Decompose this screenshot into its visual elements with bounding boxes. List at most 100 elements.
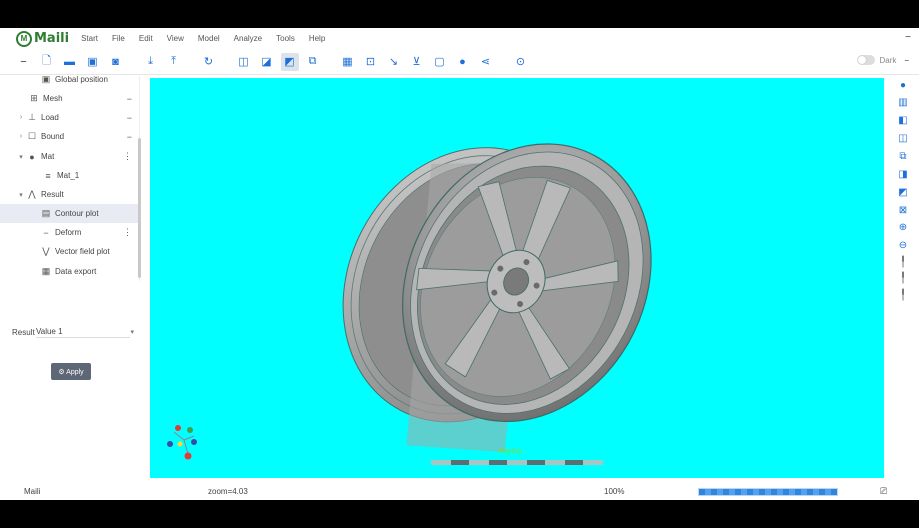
logo-mark-icon: M — [16, 30, 32, 47]
layers-icon[interactable]: ◧ — [896, 113, 910, 127]
chevron-down-icon[interactable]: ▾ — [16, 153, 26, 161]
deform-icon: − — [43, 227, 49, 238]
collapse-dash-icon[interactable]: − — [127, 113, 132, 123]
folder-open-icon[interactable]: ▬ — [61, 53, 79, 71]
more-icon[interactable]: ⋮ — [123, 151, 132, 162]
probe-icon[interactable]: ╿ — [896, 255, 910, 269]
chevron-down-icon[interactable]: ▾ — [16, 191, 26, 199]
probe-2-icon[interactable]: ╿ — [896, 271, 910, 285]
result-label: Result — [12, 327, 35, 337]
file-new-icon[interactable]: 🗋 — [38, 53, 56, 71]
status-zoom: zoom=4.03 — [208, 487, 248, 496]
save-icon[interactable]: ▣ — [84, 53, 102, 71]
cube-front-icon[interactable]: ◫ — [896, 131, 910, 145]
menu-start[interactable]: Start — [81, 34, 98, 43]
menu-view[interactable]: View — [167, 34, 184, 43]
refresh-icon[interactable]: ↻ — [200, 53, 218, 71]
collapse-icon[interactable]: − — [904, 56, 909, 65]
menu-edit[interactable]: Edit — [139, 34, 153, 43]
collapse-dash-icon[interactable]: − — [127, 132, 132, 142]
minimize-button[interactable]: − — [905, 32, 911, 43]
sphere-icon[interactable]: ● — [896, 78, 910, 92]
zoom-in-icon[interactable]: ⊕ — [896, 220, 910, 234]
tree-item-deform[interactable]: − Deform ⋮ — [0, 223, 138, 242]
screenshot-icon[interactable]: ◙ — [107, 53, 125, 71]
dark-switch[interactable] — [857, 55, 876, 65]
settings-icon[interactable]: ⊙ — [512, 53, 530, 71]
cube-iso-icon[interactable]: ◩ — [896, 185, 910, 199]
share-icon[interactable]: ⋖ — [477, 53, 495, 71]
status-percent: 100% — [604, 487, 625, 496]
menu-analyze[interactable]: Analyze — [234, 34, 262, 43]
menu-help[interactable]: Help — [309, 34, 325, 43]
result-selector[interactable]: Result Value 1 ▾ — [12, 324, 134, 340]
toolbar: − 🗋 ▬ ▣ ◙ ⤓ ⤒ ↻ ◫ ◪ ◩ ⧉ ▦ ⊡ ↘ ⊻ ▢ ● ⋖ ⊙ … — [0, 49, 919, 75]
vector-icon: ⋁ — [42, 246, 50, 256]
app-window: M Maili Start File Edit View Model Analy… — [0, 28, 919, 500]
load-icon: ⊥ — [28, 112, 36, 122]
fit-view-icon[interactable]: ⊠ — [896, 203, 910, 217]
menu-model[interactable]: Model — [198, 34, 220, 43]
measure-icon[interactable]: ⊻ — [408, 53, 426, 71]
tree-item-label: Data export — [55, 267, 97, 276]
tree-item-mesh[interactable]: ⊞ Mesh − — [0, 89, 138, 108]
minus-icon[interactable]: − — [15, 53, 33, 71]
tree-item-result[interactable]: ▾ ⋀ Result — [0, 185, 138, 204]
animation-bar — [431, 460, 603, 465]
result-icon: ⋀ — [28, 189, 36, 199]
tree-item-label: Result — [41, 190, 64, 199]
boundary-icon: ☐ — [27, 131, 37, 141]
cube-back-icon[interactable]: ⧉ — [896, 149, 910, 163]
tree-item-mat-1[interactable]: ≡ Mat_1 — [0, 166, 138, 185]
chevron-right-icon[interactable]: › — [16, 114, 26, 121]
view-iso-icon[interactable]: ◩ — [280, 52, 299, 71]
rotate-icon[interactable]: ↘ — [385, 53, 403, 71]
export-icon[interactable]: ⤒ — [165, 53, 183, 71]
view-back-icon[interactable]: ◪ — [258, 53, 276, 71]
3d-viewport[interactable]: Playing — [150, 78, 884, 478]
tree-item-label: Deform — [55, 228, 82, 237]
import-icon[interactable]: ⤓ — [142, 53, 160, 71]
contour-icon: ▤ — [41, 208, 51, 218]
tree-item-data-export[interactable]: ▦ Data export — [0, 262, 138, 281]
tree-item-label: Vector field plot — [55, 247, 110, 256]
zoom-out-icon[interactable]: ⊖ — [896, 238, 910, 252]
tree-item-vector-field-plot[interactable]: ⋁ Vector field plot — [0, 242, 138, 261]
monitor-icon[interactable]: ⎚ — [880, 486, 887, 497]
view-front-icon[interactable]: ◫ — [235, 53, 253, 71]
box-icon[interactable]: ▢ — [431, 53, 449, 71]
tree-item-contour-plot[interactable]: ▤ Contour plot — [0, 204, 138, 223]
probe-3-icon[interactable]: ╿ — [896, 288, 910, 302]
dark-mode-toggle[interactable]: Dark − — [857, 55, 909, 65]
menubar: M Maili Start File Edit View Model Analy… — [0, 28, 919, 49]
tree-item-load[interactable]: › ⊥ Load − — [0, 108, 138, 127]
tree-item-bound[interactable]: › ☐ Bound − — [0, 127, 138, 146]
app-logo: M Maili — [16, 30, 70, 47]
info-icon[interactable]: ● — [454, 53, 472, 71]
result-select[interactable]: Value 1 — [36, 327, 131, 338]
apply-button[interactable]: ⚙ Apply — [51, 363, 91, 380]
grid-icon[interactable]: ▦ — [339, 53, 357, 71]
tree-item-label: Mesh — [43, 94, 63, 103]
tree-item-mat[interactable]: ▾ ● Mat ⋮ — [0, 147, 138, 166]
material-icon: ● — [29, 151, 35, 162]
cube-side-icon[interactable]: ◨ — [896, 167, 910, 181]
tree-item-global-position[interactable]: ▣ Global position — [0, 76, 138, 89]
fit-icon[interactable]: ⊡ — [362, 53, 380, 71]
view-3d-icon[interactable]: ⧉ — [304, 53, 322, 71]
position-icon: ▣ — [41, 76, 51, 84]
status-app-name: Maili — [24, 487, 41, 496]
app-name: Maili — [34, 31, 70, 46]
menu-file[interactable]: File — [112, 34, 125, 43]
tree-item-label: Global position — [55, 76, 108, 84]
animation-label: Playing — [498, 448, 521, 455]
menu-tools[interactable]: Tools — [276, 34, 295, 43]
collapse-dash-icon[interactable]: − — [127, 94, 132, 104]
more-icon[interactable]: ⋮ — [123, 227, 132, 238]
chevron-down-icon[interactable]: ▾ — [130, 328, 134, 336]
chevron-right-icon[interactable]: › — [16, 133, 26, 140]
bar-chart-icon[interactable]: ▥ — [896, 95, 910, 109]
wheel-model[interactable] — [150, 78, 884, 478]
progress-bar — [698, 488, 838, 496]
tree-scrollbar[interactable] — [138, 138, 141, 278]
